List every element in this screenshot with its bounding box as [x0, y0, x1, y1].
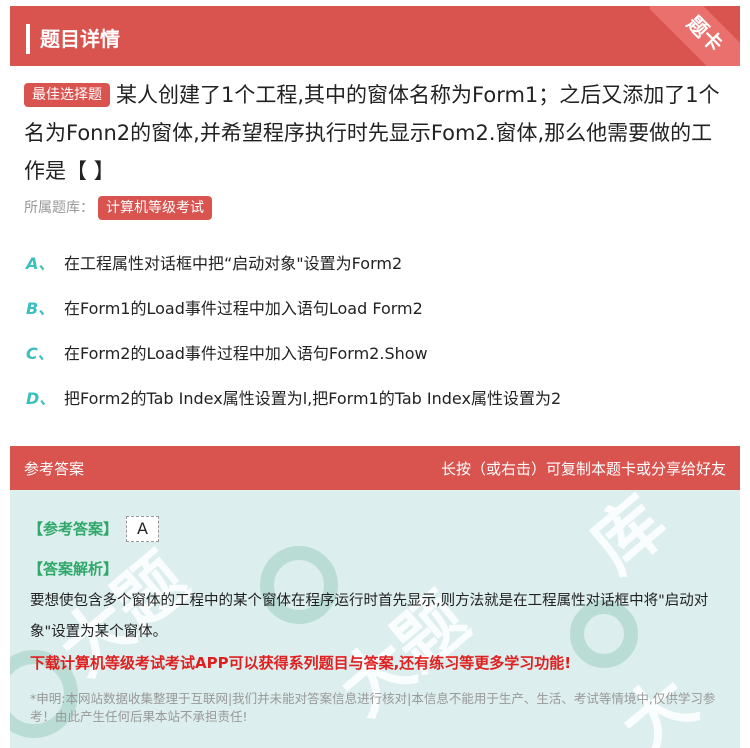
answer-section-body: 大题 大题 库 大 【参考答案】 A 【答案解析】 要想使包含多个窗体的工程中的某… — [10, 490, 740, 748]
answer-section-header: 参考答案 长按（或右击）可复制本题卡或分享给好友 — [10, 446, 740, 490]
page-title: 题目详情 — [40, 27, 120, 51]
option-b[interactable]: B、 在Form1的Load事件过程中加入语句Load Form2 — [26, 297, 423, 321]
analysis-header: 【答案解析】 — [28, 558, 118, 579]
header-accent-bar — [26, 24, 30, 54]
header-bar: 题目详情 题卡 — [10, 6, 740, 66]
analysis-text: 要想使包含多个窗体的工程中的某个窗体在程序运行时首先显示,则方法就是在工程属性对… — [30, 593, 709, 640]
question-bank-tag[interactable]: 计算机等级考试 — [98, 196, 212, 220]
watermark-logo-icon: 库 — [575, 490, 682, 589]
corner-ribbon[interactable]: 题卡 — [650, 6, 740, 66]
option-d[interactable]: D、 把Form2的Tab Index属性设置为l,把Form1的Tab Inde… — [26, 387, 561, 411]
option-a-letter: A、 — [26, 254, 55, 273]
option-b-letter: B、 — [26, 299, 55, 318]
option-d-letter: D、 — [26, 389, 56, 408]
question-text-block: 最佳选择题 某人创建了1个工程,其中的窗体名称为Form1；之后又添加了1个名为F… — [24, 76, 730, 190]
option-b-text: 在Form1的Load事件过程中加入语句Load Form2 — [64, 299, 423, 318]
reference-answer-value[interactable]: A — [126, 516, 159, 542]
question-type-badge: 最佳选择题 — [24, 83, 110, 107]
option-a[interactable]: A、 在工程属性对话框中把“启动对象"设置为Form2 — [26, 252, 402, 276]
option-c-text: 在Form2的Load事件过程中加入语句Form2.Show — [64, 344, 428, 363]
option-d-text: 把Form2的Tab Index属性设置为l,把Form1的Tab Index属… — [64, 389, 562, 408]
answer-section-title: 参考答案 — [24, 460, 85, 478]
question-bank-label: 所属题库： — [24, 200, 94, 216]
question-text: 某人创建了1个工程,其中的窗体名称为Form1；之后又添加了1个名为Fonn2的… — [24, 83, 720, 183]
question-bank: 所属题库： 计算机等级考试 — [24, 196, 212, 220]
analysis-label: 【答案解析】 — [28, 560, 119, 578]
app-download-promo[interactable]: 下载计算机等级考试考试APP可以获得系列题目与答案,还有练习等更多学习功能! — [30, 652, 571, 673]
disclaimer-text: *申明:本网站数据收集整理于互联网|我们并未能对答案信息进行核对|本信息不能用于… — [30, 691, 716, 724]
reference-answer: 【参考答案】 A — [28, 516, 159, 542]
option-c[interactable]: C、 在Form2的Load事件过程中加入语句Form2.Show — [26, 342, 428, 366]
reference-answer-label: 【参考答案】 — [28, 520, 119, 538]
share-hint: 长按（或右击）可复制本题卡或分享给好友 — [440, 460, 726, 478]
option-a-text: 在工程属性对话框中把“启动对象"设置为Form2 — [64, 254, 403, 273]
option-c-letter: C、 — [26, 344, 54, 363]
